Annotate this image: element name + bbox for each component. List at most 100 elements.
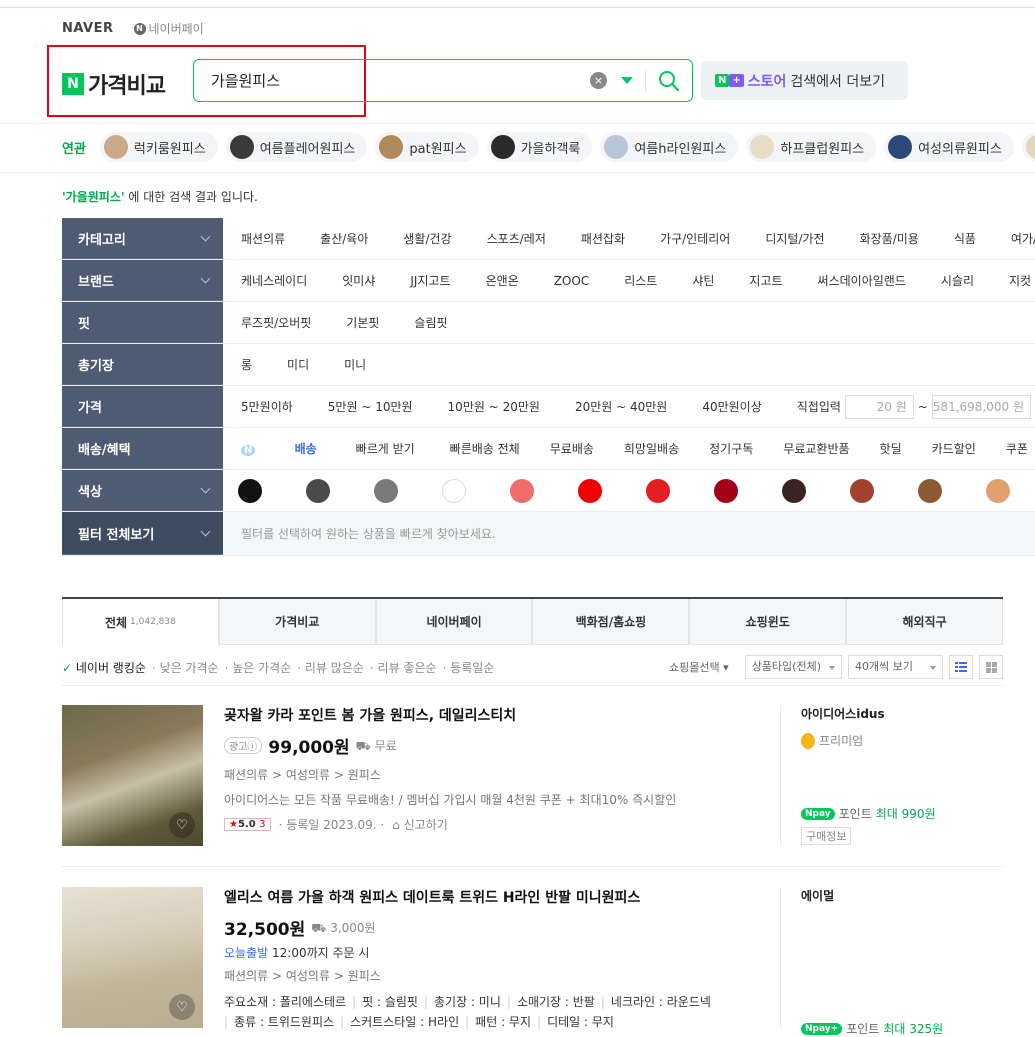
filter-option[interactable]: 출산/육아 [320,230,368,247]
seller-name[interactable]: 에이멀 [801,887,1003,904]
filter-option[interactable]: 스포츠/레저 [487,230,546,247]
color-swatch[interactable] [782,478,806,503]
color-swatch[interactable] [578,478,602,503]
filter-option[interactable]: 지컷 [1009,272,1031,289]
tab-all[interactable]: 전체 1,042,838 [62,599,219,645]
sort-option[interactable]: 리뷰 좋은순 [370,659,437,676]
color-swatch[interactable] [714,478,738,503]
filter-option[interactable]: 케네스레이디 [241,272,307,289]
sort-option[interactable]: 등록일순 [443,659,494,676]
purchase-info-button[interactable]: 구매정보 [801,827,852,845]
color-swatch[interactable] [918,478,942,503]
filter-option[interactable]: 패션의류 [241,230,285,247]
filter-option[interactable]: 40만원이상 [702,398,761,415]
filter-option[interactable]: 정기구독 [709,440,753,457]
product-title[interactable]: 엘리스 여름 가을 하객 원피스 데이트룩 트위드 H라인 반팔 미니원피스 [224,887,764,907]
filter-key-category[interactable]: 카테고리 [62,218,223,259]
filter-key-brand[interactable]: 브랜드 [62,260,223,301]
store-search-button[interactable]: N + 스토어 검색에서 더보기 [701,61,908,100]
tab-window[interactable]: 쇼핑윈도 [689,599,847,645]
price-max-input[interactable]: 581,698,000 원 [931,394,1031,419]
filter-option[interactable]: 샤틴 [692,272,714,289]
filter-all-toggle[interactable]: 필터 전체보기 [62,512,223,555]
heart-icon[interactable]: ♡ [169,812,195,838]
filter-option[interactable]: 미디 [287,356,309,373]
filter-option[interactable]: 20만원 ~ 40만원 [575,398,667,415]
filter-option[interactable]: 패션잡화 [581,230,625,247]
tab-naverpay[interactable]: 네이버페이 [375,599,533,645]
npay-link[interactable]: N 네이버페이 [133,20,204,37]
tab-department[interactable]: 백화점/홈쇼핑 [532,599,690,645]
filter-option[interactable]: 핫딜 [880,440,902,457]
list-view-icon[interactable] [949,655,973,679]
filter-option[interactable]: 기본핏 [346,314,379,331]
related-chip[interactable]: 럭키룸원피스 [99,132,218,162]
search-icon[interactable] [658,70,680,92]
filter-option[interactable]: 빠른배송 전체 [450,440,520,457]
related-chip[interactable]: 가을하객룩 [486,132,593,162]
search-input[interactable]: 가을원피스 [194,70,590,91]
product-thumbnail[interactable]: ♡ [62,705,203,846]
naver-link[interactable]: NAVER [62,21,114,36]
related-chip[interactable]: 여름h라인원피스 [600,132,739,162]
filter-option[interactable]: 식품 [954,230,976,247]
filter-option[interactable]: 무료배송 [550,440,594,457]
product-thumbnail[interactable]: ♡ [62,887,203,1028]
sort-option[interactable]: 낮은 가격순 [152,659,219,676]
related-chip[interactable]: pat원피스 [375,132,479,162]
filter-option[interactable]: 미니 [344,356,366,373]
filter-option[interactable]: 잇미샤 [342,272,375,289]
filter-option[interactable]: 지고트 [749,272,782,289]
rating-badge[interactable]: ★5.0 3 [224,818,271,831]
filter-option[interactable]: 10만원 ~ 20만원 [448,398,540,415]
autocomplete-toggle-icon[interactable] [621,77,633,84]
filter-key-color[interactable]: 색상 [62,470,223,511]
ad-badge[interactable]: 광고ⓘ [224,737,263,754]
related-chip[interactable]: 하프클럽원피스 [746,132,877,162]
report-link[interactable]: ⌂ 신고하기 [392,816,448,833]
filter-option[interactable]: 롱 [241,356,252,373]
filter-option[interactable]: JJ지고트 [410,272,450,289]
filter-option[interactable]: 슬림핏 [414,314,447,331]
sort-option[interactable]: 높은 가격순 [225,659,291,676]
page-size-select[interactable]: 40개씩 보기 [848,655,943,679]
mall-select[interactable]: 쇼핑몰선택 ▾ [669,659,739,675]
filter-option[interactable]: 생활/건강 [403,230,451,247]
filter-option[interactable]: 루즈핏/오버핏 [241,314,311,331]
filter-option[interactable]: 여가/생활편의 [1011,230,1035,247]
filter-option[interactable]: 빠르게 받기 [356,440,415,457]
related-chip[interactable]: 여름플레어원피스 [225,132,368,162]
color-swatch[interactable] [306,478,330,503]
color-swatch[interactable] [986,478,1010,503]
filter-option[interactable]: 리스트 [624,272,657,289]
filter-option[interactable]: 디지털/가전 [765,230,824,247]
clear-icon[interactable]: × [590,72,607,89]
sort-ranking[interactable]: 네이버 랭킹순 [62,659,146,676]
filter-option[interactable]: 무료교환반품 [783,440,849,457]
filter-option[interactable]: 온앤온 [486,272,519,289]
product-title[interactable]: 곶자왈 카라 포인트 봄 가을 원피스, 데일리스티치 [224,705,764,725]
color-swatch[interactable] [850,478,874,503]
filter-option[interactable]: 가구/인테리어 [660,230,730,247]
filter-option[interactable]: 5만원이하 [241,398,293,415]
color-swatch[interactable] [646,478,670,503]
color-swatch[interactable] [442,478,466,503]
color-swatch[interactable] [374,478,398,503]
filter-option[interactable]: 쿠폰 [1006,440,1028,457]
related-chip[interactable]: 여성의류원피스 [884,132,1014,162]
filter-option[interactable]: 5만원 ~ 10만원 [328,398,413,415]
filter-option[interactable]: 카드할인 [932,440,976,457]
tab-overseas[interactable]: 해외직구 [846,599,1003,645]
tab-price-compare[interactable]: 가격비교 [218,599,376,645]
sort-option[interactable]: 리뷰 많은순 [297,659,364,676]
heart-icon[interactable]: ♡ [169,994,195,1020]
related-chip[interactable] [1021,132,1035,162]
seller-name[interactable]: 아이디어스idus [801,705,1003,722]
filter-option[interactable]: 화장품/미용 [860,230,919,247]
type-select[interactable]: 상품타입(전체) [744,655,842,679]
filter-option[interactable]: 시슬리 [941,272,974,289]
filter-option[interactable]: 써스데이아일랜드 [818,272,906,289]
grid-view-icon[interactable] [979,655,1003,679]
color-swatch[interactable] [510,478,534,503]
price-min-input[interactable]: 20 원 [844,394,914,419]
